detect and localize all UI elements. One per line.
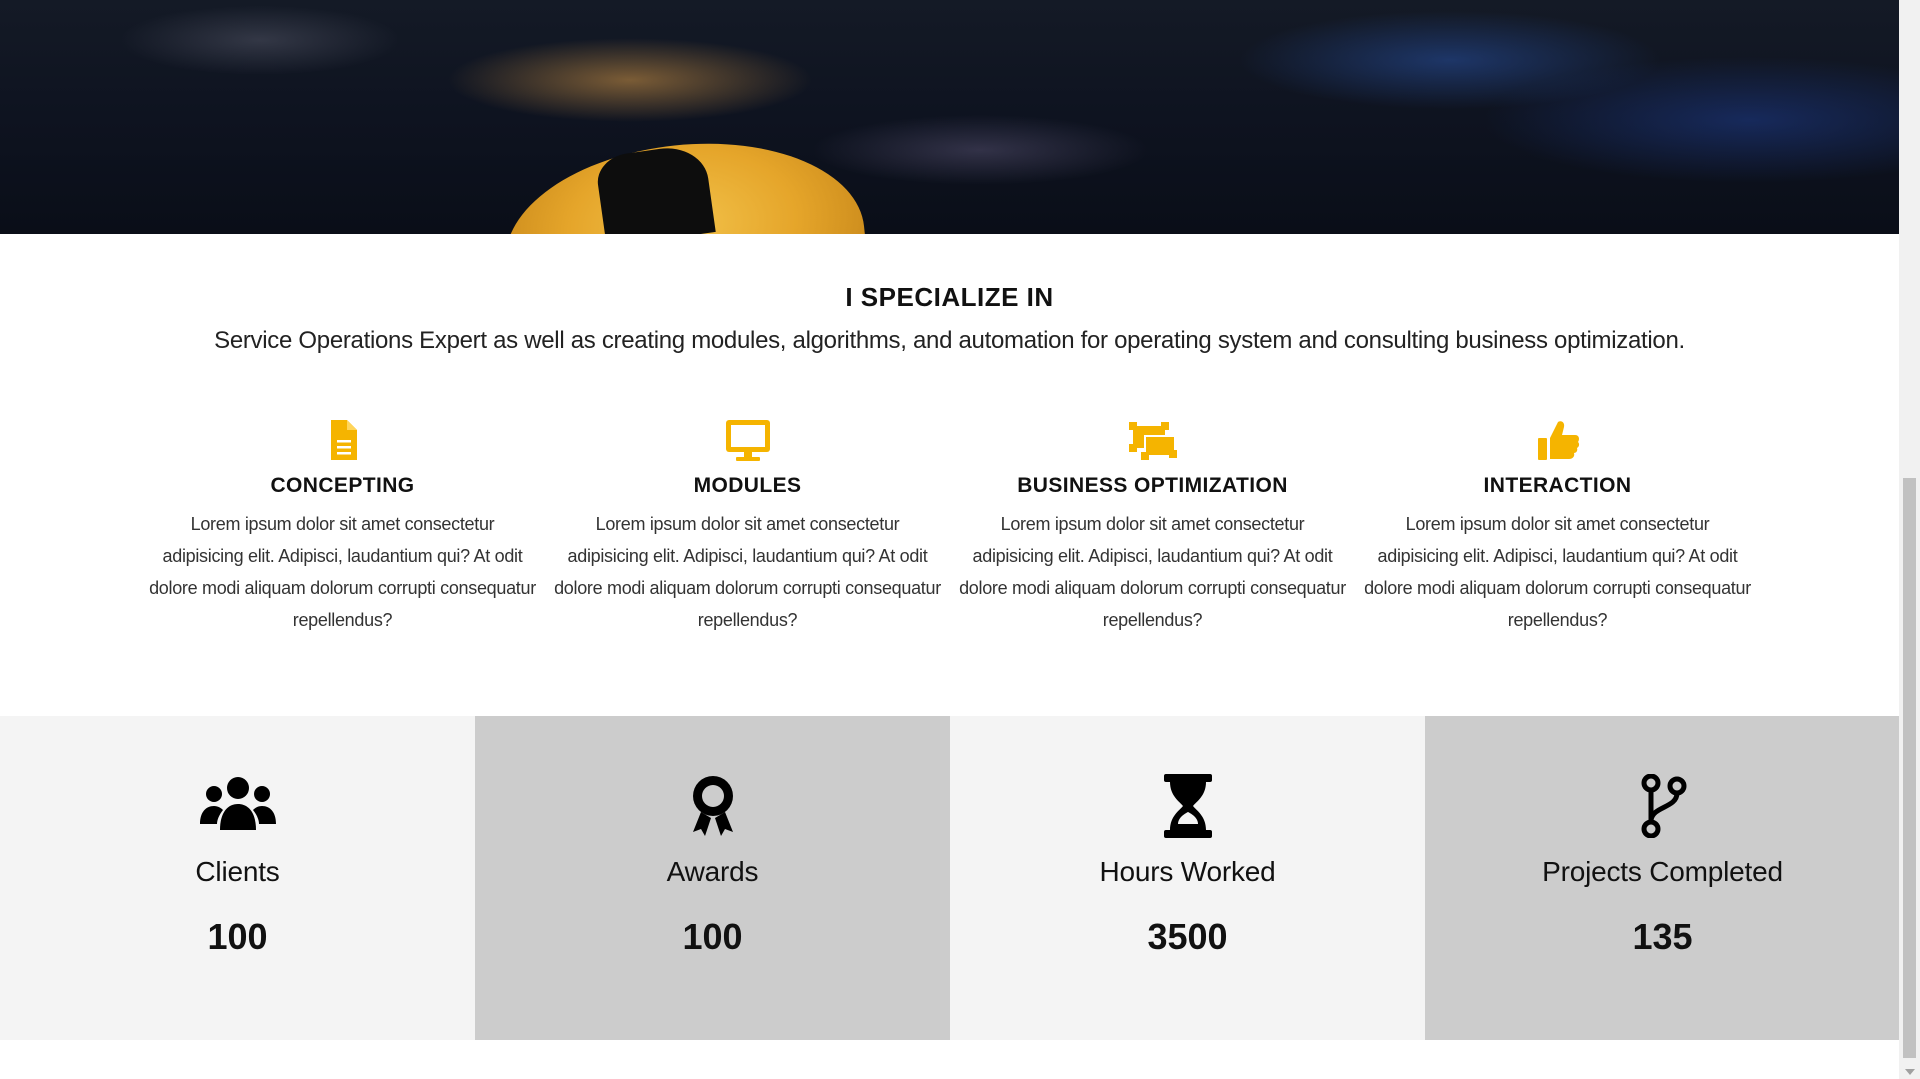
stat-awards: Awards 100 xyxy=(475,716,950,1040)
page: I SPECIALIZE IN Service Operations Exper… xyxy=(0,0,1899,1079)
stat-projects-completed: Projects Completed 135 xyxy=(1425,716,1899,1040)
feature-text: Lorem ipsum dolor sit amet consectetur a… xyxy=(1364,514,1751,630)
award-icon xyxy=(475,774,950,838)
stat-label: Awards xyxy=(666,856,759,887)
hourglass-icon xyxy=(950,774,1425,838)
specialize-title: I SPECIALIZE IN xyxy=(845,282,1054,312)
stat-hours-worked: Hours Worked 3500 xyxy=(950,716,1425,1040)
feature-title: CONCEPTING xyxy=(270,474,415,497)
feature-concepting: CONCEPTING Lorem ipsum dolor sit amet co… xyxy=(145,418,540,636)
stat-label: Projects Completed xyxy=(1542,856,1783,887)
features-row: CONCEPTING Lorem ipsum dolor sit amet co… xyxy=(145,418,1765,638)
stat-value: 100 xyxy=(207,916,268,957)
code-branch-icon xyxy=(1425,773,1899,839)
document-icon xyxy=(145,418,540,462)
stat-label: Hours Worked xyxy=(1099,856,1276,887)
stat-value: 135 xyxy=(1632,916,1693,957)
feature-business-optimization: BUSINESS OPTIMIZATION Lorem ipsum dolor … xyxy=(955,418,1350,636)
feature-interaction: INTERACTION Lorem ipsum dolor sit amet c… xyxy=(1360,418,1755,636)
monitor-icon xyxy=(550,418,945,462)
feature-text: Lorem ipsum dolor sit amet consectetur a… xyxy=(554,514,941,630)
scroll-down-arrow-icon[interactable] xyxy=(1905,1069,1915,1075)
hero-image xyxy=(0,0,1899,234)
object-group-icon xyxy=(955,418,1350,462)
feature-text: Lorem ipsum dolor sit amet consectetur a… xyxy=(149,514,536,630)
feature-modules: MODULES Lorem ipsum dolor sit amet conse… xyxy=(550,418,945,636)
stat-value: 100 xyxy=(682,916,743,957)
users-icon xyxy=(0,774,475,838)
feature-title: BUSINESS OPTIMIZATION xyxy=(1017,474,1288,497)
feature-title: INTERACTION xyxy=(1483,474,1632,497)
stat-clients: Clients 100 xyxy=(0,716,475,1040)
stat-label: Clients xyxy=(195,856,280,887)
scrollbar-thumb[interactable] xyxy=(1903,478,1916,1058)
specialize-subtitle: Service Operations Expert as well as cre… xyxy=(214,327,1685,354)
stat-value: 3500 xyxy=(1147,916,1228,957)
stats-row: Clients 100 Awards 100 Hours Worked 3500… xyxy=(0,716,1899,1040)
thumbs-up-icon xyxy=(1360,418,1755,462)
feature-title: MODULES xyxy=(693,474,802,497)
vertical-scrollbar[interactable] xyxy=(1899,0,1920,1079)
feature-text: Lorem ipsum dolor sit amet consectetur a… xyxy=(959,514,1346,630)
